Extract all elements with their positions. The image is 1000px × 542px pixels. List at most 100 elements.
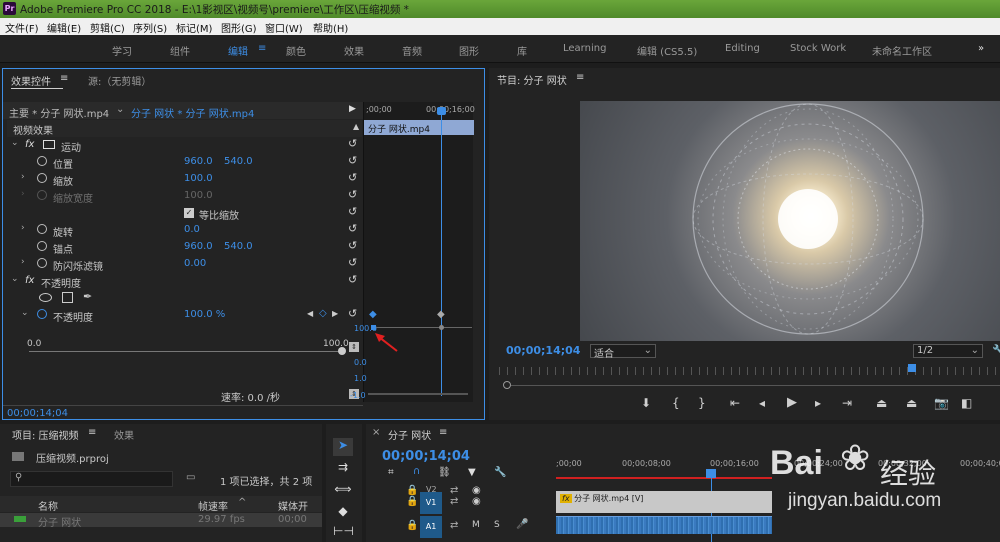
tab-effect-controls[interactable]: 效果控件 xyxy=(11,73,51,88)
disclosure-open-icon[interactable]: ⌄ xyxy=(11,138,19,148)
playhead-line[interactable] xyxy=(441,108,442,396)
menu-sequence[interactable]: 序列(S) xyxy=(133,20,167,35)
position-y-value[interactable]: 540.0 xyxy=(224,156,253,167)
wrench-icon[interactable]: 🔧 xyxy=(494,467,506,478)
menu-file[interactable]: 文件(F) xyxy=(5,20,39,35)
fx-badge[interactable]: fx xyxy=(25,139,34,150)
position-x-value[interactable]: 960.0 xyxy=(184,156,213,167)
mark-in-icon[interactable]: { xyxy=(672,396,680,410)
play-icon[interactable]: ▶ xyxy=(787,395,797,410)
video-preview[interactable] xyxy=(580,101,1000,341)
disclosure-closed-icon[interactable]: › xyxy=(21,172,25,182)
menu-edit[interactable]: 编辑(E) xyxy=(47,20,81,35)
menu-help[interactable]: 帮助(H) xyxy=(313,20,348,35)
razor-tool-icon[interactable]: ◆ xyxy=(333,504,353,522)
workspace-learn[interactable]: 学习 xyxy=(112,43,132,58)
stopwatch-icon[interactable] xyxy=(37,156,47,166)
workspace-graphics[interactable]: 图形 xyxy=(459,43,479,58)
stopwatch-icon[interactable] xyxy=(37,241,47,251)
lift-icon[interactable]: ⏏ xyxy=(876,396,887,410)
col-media-start[interactable]: 媒体开 xyxy=(278,498,308,513)
workspace-libraries[interactable]: 库 xyxy=(517,43,527,58)
track-select-tool-icon[interactable]: ⇉ xyxy=(333,460,353,478)
workspace-editing-en[interactable]: Editing xyxy=(725,43,760,54)
track-label-a1[interactable]: A1 xyxy=(420,516,442,538)
keyframe-diamond[interactable]: ◆ xyxy=(369,309,377,320)
program-timecode[interactable]: 00;00;14;04 xyxy=(506,344,580,357)
opacity-slider-handle[interactable] xyxy=(338,347,346,355)
ripple-edit-tool-icon[interactable]: ⟺ xyxy=(333,482,353,500)
go-to-out-icon[interactable]: ⇥ xyxy=(842,396,852,410)
reset-icon[interactable]: ↺ xyxy=(348,273,360,287)
selection-tool-icon[interactable]: ➤ xyxy=(333,438,353,456)
reset-icon[interactable]: ↺ xyxy=(348,137,360,151)
tab-source[interactable]: 源:（无剪辑） xyxy=(88,73,151,88)
effect-controls-timecode[interactable]: 00;00;14;04 xyxy=(7,408,68,419)
track-label-v1[interactable]: V1 xyxy=(420,492,442,514)
tab-effects[interactable]: 效果 xyxy=(114,427,134,442)
ellipse-mask-icon[interactable] xyxy=(39,293,52,302)
workspace-color[interactable]: 颜色 xyxy=(286,43,306,58)
reset-icon[interactable]: ↺ xyxy=(348,154,360,168)
workspace-effects[interactable]: 效果 xyxy=(344,43,364,58)
slip-tool-icon[interactable]: ⊢⊣ xyxy=(333,524,354,542)
transform-icon[interactable] xyxy=(43,140,55,149)
timeline-playhead-handle[interactable] xyxy=(706,469,716,478)
stopwatch-active-icon[interactable] xyxy=(37,309,47,319)
snap-icon[interactable]: ∩ xyxy=(413,466,420,477)
stopwatch-icon[interactable] xyxy=(37,173,47,183)
reset-icon[interactable]: ↺ xyxy=(348,222,360,236)
add-keyframe-icon[interactable]: ◇ xyxy=(319,308,327,319)
playhead-handle[interactable] xyxy=(437,107,446,115)
next-keyframe-icon[interactable]: ▶ xyxy=(332,309,338,318)
collapse-up-icon[interactable]: ▲ xyxy=(353,122,359,131)
program-playhead[interactable] xyxy=(908,364,916,372)
project-search-input[interactable]: ⚲ xyxy=(10,471,173,487)
wrench-icon[interactable]: 🔧 xyxy=(992,344,1000,357)
workspace-assembly[interactable]: 组件 xyxy=(170,43,190,58)
solo-button[interactable]: S xyxy=(494,520,500,530)
opacity-slider-track[interactable] xyxy=(29,351,341,352)
step-forward-icon[interactable]: ▸ xyxy=(815,396,821,410)
program-time-ruler[interactable] xyxy=(499,367,1000,375)
table-row[interactable]: 分子 网状 29.97 fps 00;00 xyxy=(0,513,322,529)
workspace-menu-icon[interactable]: ≡ xyxy=(258,43,266,54)
zoom-scrollbar[interactable] xyxy=(511,385,1000,386)
disclosure-closed-icon[interactable]: › xyxy=(21,257,25,267)
workspace-unnamed[interactable]: 未命名工作区 xyxy=(872,43,932,58)
new-bin-icon[interactable]: ▭ xyxy=(186,472,195,483)
camera-icon[interactable]: 📷 xyxy=(934,396,949,410)
reset-icon[interactable]: ↺ xyxy=(348,171,360,185)
tab-menu-icon[interactable]: ≡ xyxy=(439,427,447,438)
mute-button[interactable]: M xyxy=(472,520,480,530)
workspaces-overflow-icon[interactable]: » xyxy=(978,43,984,54)
reset-icon[interactable]: ↺ xyxy=(348,307,360,321)
pen-mask-icon[interactable]: ✒ xyxy=(83,290,92,303)
keyframe-timeline[interactable]: ;00;00 00;00;16;00 分子 网状.mp4 ◆ ◆ 100.0 0… xyxy=(350,102,475,402)
menu-marker[interactable]: 标记(M) xyxy=(176,20,212,35)
add-marker-icon[interactable]: ▼ xyxy=(468,467,476,478)
value-stepper-icon[interactable]: ⇕ xyxy=(349,342,359,352)
menu-clip[interactable]: 剪辑(C) xyxy=(90,20,125,35)
previous-keyframe-icon[interactable]: ◀ xyxy=(307,309,313,318)
go-to-in-icon[interactable]: ⇤ xyxy=(730,396,740,410)
lock-icon[interactable]: 🔒 xyxy=(406,520,418,531)
workspace-editing-cs55[interactable]: 编辑 (CS5.5) xyxy=(637,43,697,58)
sort-up-icon[interactable]: ^ xyxy=(238,497,246,508)
anti-flicker-value[interactable]: 0.00 xyxy=(184,258,206,269)
master-clip-label[interactable]: 主要 * 分子 网状.mp4 xyxy=(9,105,109,120)
program-title[interactable]: 节目: 分子 网状 xyxy=(497,72,567,87)
mark-out-icon[interactable]: } xyxy=(698,396,706,410)
nest-icon[interactable]: ⌗ xyxy=(388,467,394,478)
close-icon[interactable]: × xyxy=(372,427,380,438)
clip-bar[interactable]: 分子 网状.mp4 xyxy=(364,120,474,135)
menu-window[interactable]: 窗口(W) xyxy=(265,20,303,35)
tab-sequence[interactable]: 分子 网状 xyxy=(388,427,431,442)
sync-lock-icon[interactable]: ⇄ xyxy=(450,496,458,507)
compare-view-icon[interactable]: ◧ xyxy=(961,396,972,410)
linked-selection-icon[interactable]: ⛓ xyxy=(438,467,451,478)
tab-menu-icon[interactable]: ≡ xyxy=(576,72,584,83)
scale-value[interactable]: 100.0 xyxy=(184,173,213,184)
keyframe-diamond[interactable]: ◆ xyxy=(437,309,445,320)
extract-icon[interactable]: ⏏ xyxy=(906,396,917,410)
